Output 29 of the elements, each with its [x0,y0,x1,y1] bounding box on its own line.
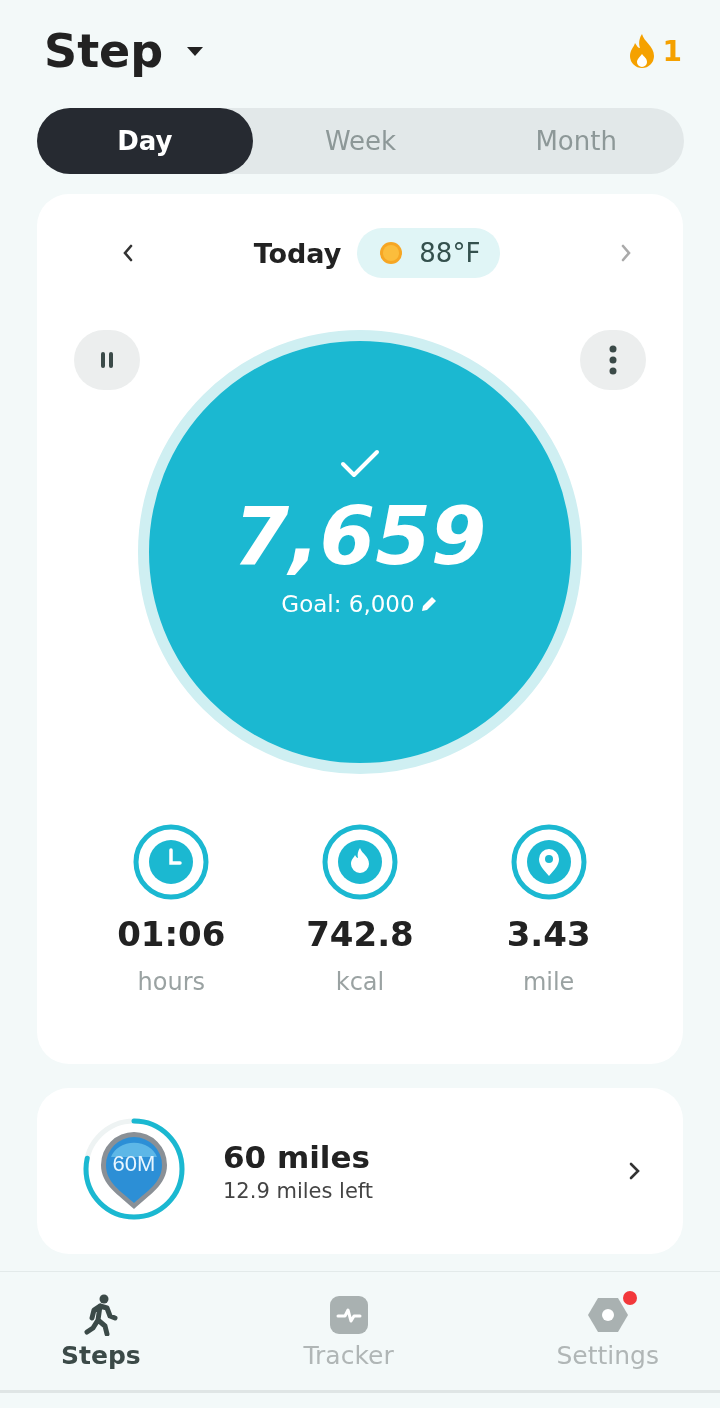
activity-pulse-icon [328,1294,369,1335]
settings-icon [586,1295,629,1334]
stat-unit: hours [137,968,206,996]
streak-count: 1 [662,34,682,68]
goal-text: Goal: 6,000 [281,590,415,617]
location-pin-icon [510,824,587,900]
challenge-card[interactable]: 60M 60 miles 12.9 miles left [37,1088,683,1254]
stat-value: 742.8 [306,914,414,954]
badge-label: 60M [111,1151,157,1177]
previous-day-icon[interactable] [121,243,135,263]
walking-person-icon [83,1293,118,1336]
stat-unit: kcal [335,968,385,996]
flame-icon [322,824,398,900]
clock-icon [133,824,210,900]
app-title[interactable]: Step [44,24,164,78]
temperature-text: 88°F [419,238,481,268]
stat-value: 01:06 [117,914,226,954]
stat-value: 3.43 [506,914,591,954]
pause-icon [98,350,116,370]
stat-unit: mile [522,968,575,996]
period-tab[interactable]: Day [37,108,253,174]
dropdown-caret-icon[interactable] [185,45,206,57]
challenge-title: 60 miles [223,1139,371,1175]
challenge-subtitle: 12.9 miles left [223,1179,375,1203]
step-count: 7,659 [233,489,487,583]
more-vertical-icon [608,345,618,375]
nav-tab[interactable]: Steps [55,1272,147,1390]
date-label: Today [253,237,342,269]
chevron-right-icon[interactable] [627,1160,641,1182]
